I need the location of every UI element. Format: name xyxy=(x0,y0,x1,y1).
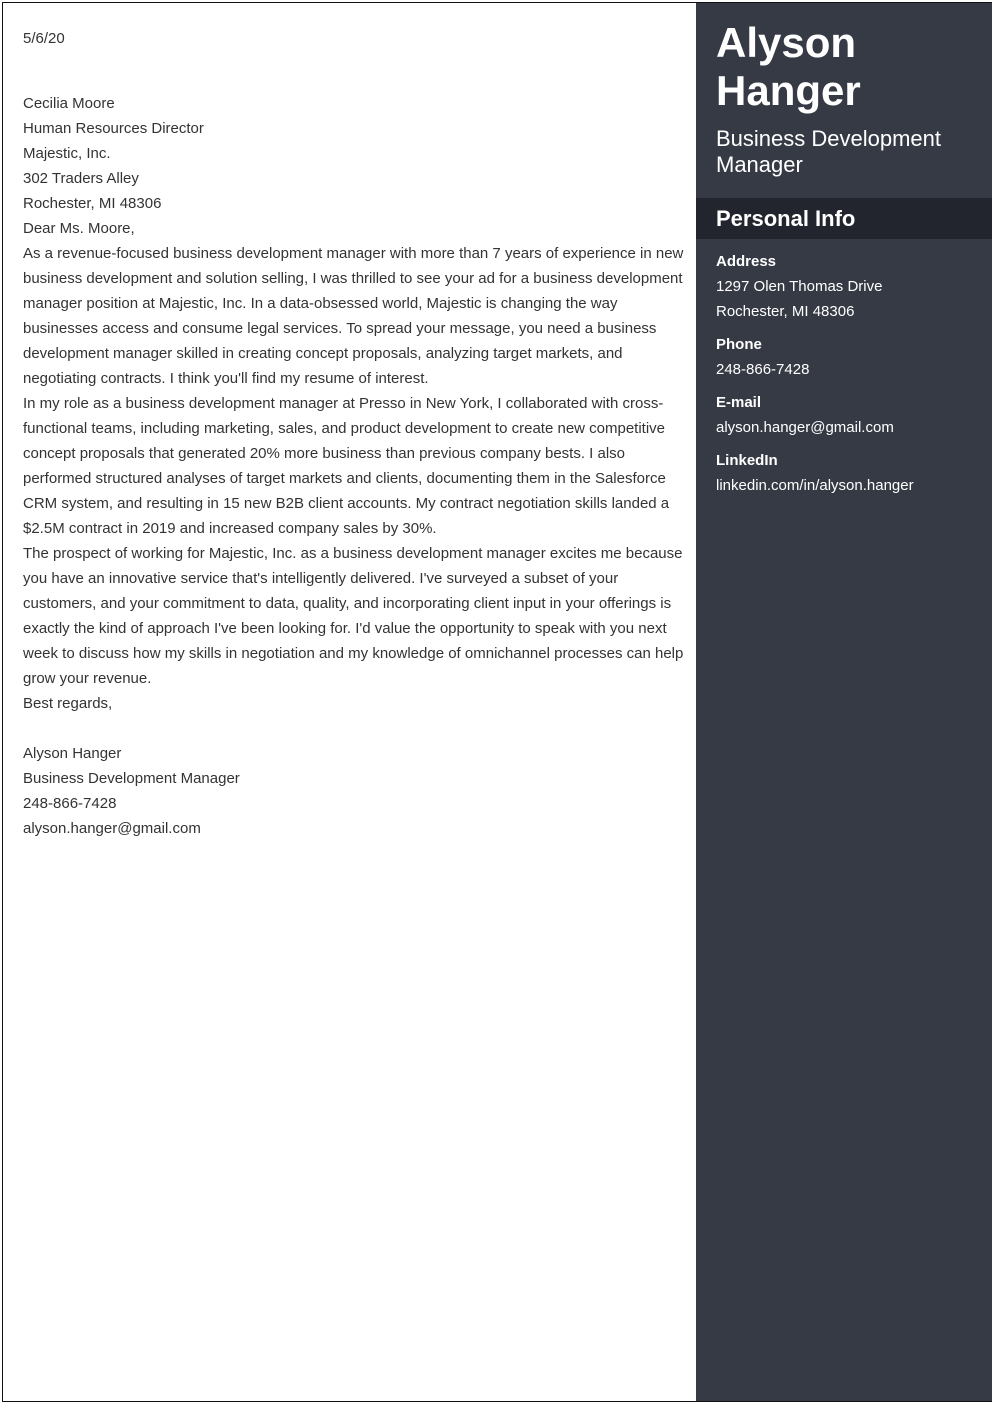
linkedin-value: linkedin.com/in/alyson.hanger xyxy=(716,477,914,494)
phone-value: 248-866-7428 xyxy=(716,361,810,378)
closing: Best regards, xyxy=(23,695,113,712)
sidebar-header: Alyson Hanger Business Development Manag… xyxy=(696,3,992,178)
personal-info: Address 1297 Olen Thomas Drive Rochester… xyxy=(696,239,992,498)
sidebar: Alyson Hanger Business Development Manag… xyxy=(696,3,992,1401)
address-line1: 1297 Olen Thomas Drive xyxy=(716,278,883,295)
paragraph-intro: As a revenue-focused business developmen… xyxy=(23,245,684,387)
email-value: alyson.hanger@gmail.com xyxy=(716,419,894,436)
signature-email: alyson.hanger@gmail.com xyxy=(23,820,201,837)
letter-date: 5/6/20 xyxy=(23,30,65,47)
recipient-street: 302 Traders Alley xyxy=(23,170,139,187)
recipient-city: Rochester, MI 48306 xyxy=(23,195,162,212)
signature-name: Alyson Hanger xyxy=(23,745,122,762)
applicant-last-name: Hanger xyxy=(716,67,861,114)
recipient-title: Human Resources Director xyxy=(23,120,204,137)
salutation: Dear Ms. Moore, xyxy=(23,220,135,237)
applicant-first-name: Alyson xyxy=(716,19,857,66)
letter-body: 5/6/20 Cecilia Moore Human Resources Dir… xyxy=(3,3,696,1401)
email-label: E-mail xyxy=(716,394,762,411)
signature-title: Business Development Manager xyxy=(23,770,240,787)
signature-block: Alyson Hanger Business Development Manag… xyxy=(23,741,684,841)
address-label: Address xyxy=(716,253,777,270)
phone-label: Phone xyxy=(716,336,762,353)
applicant-name: Alyson Hanger xyxy=(716,19,972,115)
paragraph-motivation: The prospect of working for Majestic, In… xyxy=(23,545,684,687)
personal-info-heading: Personal Info xyxy=(696,198,992,239)
applicant-job-title: Business Development Manager xyxy=(716,126,942,177)
cover-letter-page: 5/6/20 Cecilia Moore Human Resources Dir… xyxy=(2,2,992,1402)
recipient-company: Majestic, Inc. xyxy=(23,145,111,162)
linkedin-label: LinkedIn xyxy=(716,452,778,469)
signature-phone: 248-866-7428 xyxy=(23,795,117,812)
address-line2: Rochester, MI 48306 xyxy=(716,303,855,320)
recipient-block: Cecilia Moore Human Resources Director M… xyxy=(23,91,684,216)
paragraph-experience: In my role as a business development man… xyxy=(23,395,670,537)
recipient-name: Cecilia Moore xyxy=(23,95,115,112)
